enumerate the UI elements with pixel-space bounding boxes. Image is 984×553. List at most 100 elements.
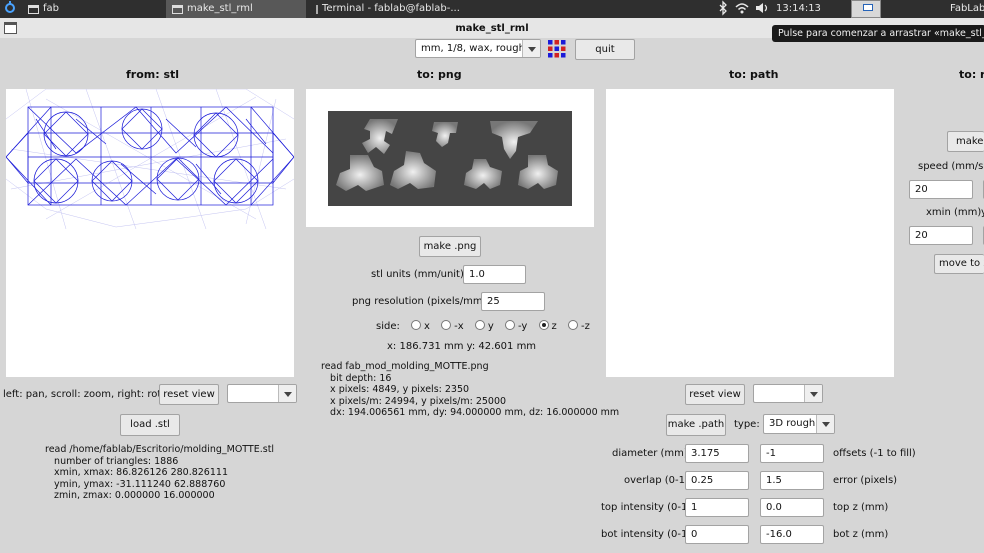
overlap-input[interactable]: 0.25: [685, 471, 749, 490]
png-info-line: x pixels: 4849, y pixels: 2350: [321, 384, 470, 396]
png-header: to: png: [417, 68, 462, 81]
error-label: error (pixels): [833, 475, 898, 486]
stl-info-line: xmin, xmax: 86.826126 280.826111: [45, 467, 228, 479]
bot-z-input[interactable]: -16.0: [760, 525, 824, 544]
app-menu-icon[interactable]: [4, 0, 18, 18]
stl-mesh-preview: [5, 88, 295, 230]
stl-info-line: number of triangles: 1886: [45, 455, 179, 467]
task-fab[interactable]: fab: [22, 0, 162, 18]
chevron-down-icon: [816, 415, 834, 433]
window-icon: [172, 4, 183, 14]
speed-input[interactable]: 20: [909, 180, 973, 199]
offsets-input[interactable]: -1: [760, 444, 824, 463]
path-type-select[interactable]: 3D rough: [763, 414, 835, 434]
side-label: side:: [376, 321, 400, 332]
drag-tooltip: Pulse para comenzar a arrastrar «make_st…: [772, 25, 984, 42]
user-menu[interactable]: FabLab: [950, 0, 984, 18]
side-y-radio[interactable]: [474, 320, 485, 330]
side-neg-z-radio[interactable]: [567, 320, 578, 330]
workspace-switcher[interactable]: [851, 0, 881, 18]
png-info-text: read fab_mod_molding_MOTTE.png bit depth…: [321, 361, 619, 419]
make-rml-button[interactable]: make .: [947, 131, 984, 152]
path-header: to: path: [729, 68, 779, 81]
top-intensity-label: top intensity (0-1): [601, 502, 692, 513]
png-info-line: bit depth: 16: [321, 372, 392, 384]
png-dimensions: x: 186.731 mm y: 42.601 mm: [387, 341, 537, 352]
png-info-line: read fab_mod_molding_MOTTE.png: [321, 361, 489, 372]
stl-units-label: stl units (mm/unit):: [371, 269, 468, 280]
terminal-icon: [316, 4, 318, 14]
task-label: fab: [43, 3, 59, 14]
chevron-down-icon: [522, 40, 540, 57]
stl-info-line: read /home/fablab/Escritorio/molding_MOT…: [45, 444, 275, 455]
diameter-input[interactable]: 3.175: [685, 444, 749, 463]
side-y-label: y: [487, 321, 494, 332]
move-to-xmin-button[interactable]: move to xm: [934, 254, 984, 274]
process-select-value: mm, 1/8, wax, rough: [421, 43, 525, 54]
stl-units-input[interactable]: 1.0: [463, 265, 526, 284]
side-selector: side: x -x y -y z -z: [376, 320, 590, 332]
stl-view-hint: left: pan, scroll: zoom, right: rotate: [3, 389, 178, 400]
task-make-stl-rml[interactable]: make_stl_rml: [166, 0, 306, 18]
side-x-label: x: [424, 321, 430, 332]
side-neg-y-label: -y: [517, 321, 528, 332]
stl-header: from: stl: [126, 68, 180, 81]
path-type-label: type:: [734, 419, 760, 430]
bluetooth-icon[interactable]: [718, 0, 730, 18]
task-label: Terminal - fablab@fablab-...: [322, 3, 460, 14]
bot-z-label: bot z (mm): [833, 529, 889, 540]
png-resolution-input[interactable]: 25: [481, 292, 545, 311]
make-path-button[interactable]: make .path: [666, 414, 726, 436]
png-heightmap-preview: [328, 111, 572, 206]
chevron-down-icon: [804, 385, 822, 402]
error-input[interactable]: 1.5: [760, 471, 824, 490]
png-preview-canvas: [306, 89, 594, 227]
path-type-value: 3D rough: [769, 418, 816, 429]
bot-intensity-label: bot intensity (0-1): [601, 529, 692, 540]
stl-reset-view-button[interactable]: reset view: [159, 384, 219, 405]
load-stl-button[interactable]: load .stl: [120, 414, 180, 436]
task-label: make_stl_rml: [187, 3, 253, 14]
chevron-down-icon: [278, 385, 296, 402]
side-neg-x-label: -x: [454, 321, 464, 332]
bot-intensity-input[interactable]: 0: [685, 525, 749, 544]
side-z-radio[interactable]: [538, 320, 549, 330]
diameter-label: diameter (mm): [612, 448, 688, 459]
side-z-label: z: [551, 321, 557, 332]
stl-viewer-canvas[interactable]: [5, 88, 295, 377]
side-neg-z-label: -z: [580, 321, 590, 332]
rml-header: to: r: [959, 68, 984, 81]
speed-label: speed (mm/s): [918, 161, 984, 172]
overlap-label: overlap (0-1): [624, 475, 689, 486]
side-x-radio[interactable]: [411, 320, 422, 330]
png-info-line: x pixels/m: 24994, y pixels/m: 25000: [321, 395, 507, 407]
stl-info-line: zmin, zmax: 0.000000 16.000000: [45, 490, 215, 502]
stl-info-line: ymin, ymax: -31.111240 62.888760: [45, 478, 226, 490]
top-z-input[interactable]: 0.0: [760, 498, 824, 517]
wifi-icon[interactable]: [734, 0, 750, 18]
folder-window-icon: [28, 4, 39, 14]
quit-button[interactable]: quit: [575, 39, 635, 60]
path-view-select[interactable]: [753, 384, 823, 403]
volume-icon[interactable]: [754, 0, 770, 18]
stl-info-text: read /home/fablab/Escritorio/molding_MOT…: [45, 444, 274, 502]
side-neg-y-radio[interactable]: [504, 320, 515, 330]
workspace-icon: [863, 4, 873, 11]
stl-view-select[interactable]: [227, 384, 297, 403]
xmin-label: xmin (mm): [926, 207, 982, 218]
png-info-line: dx: 194.006561 mm, dy: 94.000000 mm, dz:…: [321, 407, 620, 419]
offsets-label: offsets (-1 to fill): [833, 448, 916, 459]
task-terminal[interactable]: Terminal - fablab@fablab-...: [310, 0, 460, 18]
top-intensity-input[interactable]: 1: [685, 498, 749, 517]
xmin-input[interactable]: 20: [909, 226, 973, 245]
path-reset-view-button[interactable]: reset view: [685, 384, 745, 405]
taskbar: fab make_stl_rml Terminal - fablab@fabla…: [0, 0, 984, 18]
png-resolution-label: png resolution (pixels/mm):: [352, 296, 490, 307]
path-viewer-canvas[interactable]: [606, 89, 894, 377]
make-png-button[interactable]: make .png: [419, 236, 481, 257]
process-select[interactable]: mm, 1/8, wax, rough: [415, 39, 541, 58]
clock[interactable]: 13:14:13: [776, 0, 826, 18]
fab-modules-logo-icon: [548, 40, 566, 58]
side-neg-x-radio[interactable]: [441, 320, 452, 330]
top-z-label: top z (mm): [833, 502, 889, 513]
